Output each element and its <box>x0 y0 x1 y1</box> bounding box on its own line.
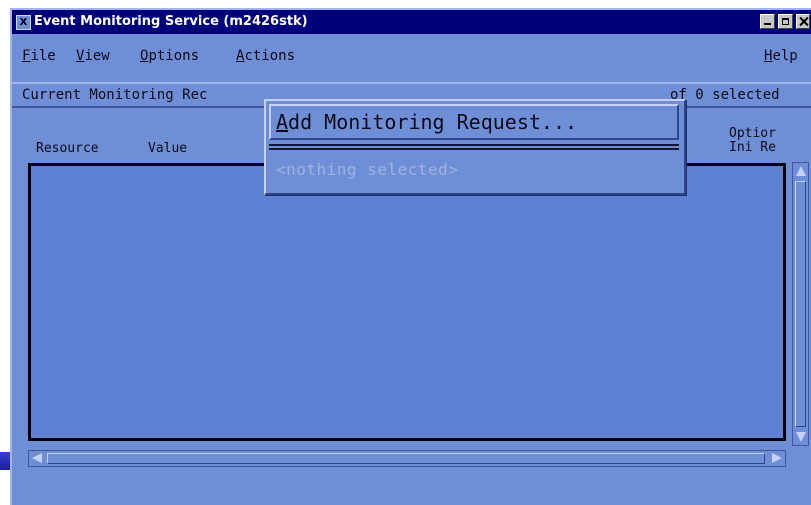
app-window: X Event Monitoring Service (m2426stk) Fi… <box>10 8 811 505</box>
menu-view-label: iew <box>84 48 110 64</box>
close-icon[interactable] <box>796 14 810 29</box>
nothing-selected-item: <nothing selected> <box>276 160 459 179</box>
menu-options-label: ptions <box>148 48 200 64</box>
column-header-resource[interactable]: Resource <box>36 142 99 155</box>
menu-file-label: ile <box>30 48 56 64</box>
menu-actions-label: ctions <box>244 48 296 64</box>
add-monitoring-request-item[interactable]: Add Monitoring Request... <box>269 104 679 140</box>
menu-separator <box>269 148 679 150</box>
maximize-icon[interactable] <box>778 14 793 29</box>
horizontal-scroll-thumb[interactable] <box>47 453 765 464</box>
window-menu-icon[interactable]: X <box>16 15 31 30</box>
desktop-accent <box>0 452 10 470</box>
selection-count: of 0 selected <box>670 87 780 103</box>
scroll-down-arrow-icon[interactable] <box>796 432 806 442</box>
window-title: Event Monitoring Service (m2426stk) <box>34 14 308 29</box>
horizontal-scrollbar[interactable] <box>28 450 786 467</box>
minimize-icon[interactable] <box>760 14 775 29</box>
status-label: Current Monitoring Rec <box>22 87 208 103</box>
vertical-scrollbar[interactable] <box>792 162 809 446</box>
title-bar[interactable]: X Event Monitoring Service (m2426stk) <box>12 10 811 34</box>
menu-separator <box>269 144 679 146</box>
menu-actions[interactable]: Actions <box>236 48 295 64</box>
menu-help[interactable]: Help <box>764 48 798 64</box>
column-header-options-line1[interactable]: Optior <box>729 127 776 140</box>
menu-file[interactable]: File <box>22 48 56 64</box>
column-header-options-line2[interactable]: Ini Re <box>729 141 776 154</box>
monitoring-request-list[interactable] <box>28 163 786 441</box>
menu-options[interactable]: Options <box>140 48 199 64</box>
add-item-label: dd Monitoring Request... <box>288 110 578 134</box>
scroll-right-arrow-icon[interactable] <box>772 453 782 463</box>
scroll-left-arrow-icon[interactable] <box>32 453 42 463</box>
add-item-mnemonic: A <box>276 110 289 134</box>
menu-help-label: elp <box>772 48 798 64</box>
vertical-scroll-thumb[interactable] <box>795 181 806 427</box>
menu-view[interactable]: View <box>76 48 110 64</box>
actions-dropdown-menu: Add Monitoring Request... <nothing selec… <box>264 99 686 195</box>
menu-bar: File View Options Actions Help <box>12 34 811 82</box>
column-header-value[interactable]: Value <box>148 142 187 155</box>
scroll-up-arrow-icon[interactable] <box>796 166 806 176</box>
